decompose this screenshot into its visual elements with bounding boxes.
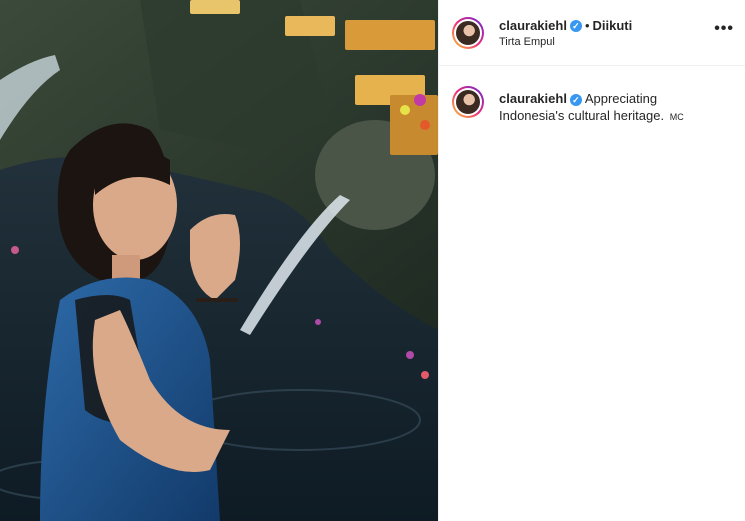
caption-verified-badge-icon: ✓ — [569, 93, 582, 106]
verified-badge-icon: ✓ — [569, 19, 582, 32]
caption-suffix: MC — [669, 112, 684, 122]
author-username[interactable]: claurakiehl — [499, 18, 567, 33]
author-avatar[interactable] — [452, 17, 484, 49]
author-line: claurakiehl ✓ • Diikuti — [499, 17, 632, 35]
more-options-icon[interactable]: ••• — [714, 20, 734, 38]
separator-dot: • — [584, 18, 590, 33]
post-header: claurakiehl ✓ • Diikuti Tirta Empul ••• — [439, 0, 745, 66]
caption-username[interactable]: claurakiehl — [499, 91, 567, 106]
post-photo[interactable] — [0, 0, 438, 521]
caption-avatar[interactable] — [452, 86, 484, 118]
post-photo-illustration — [0, 0, 438, 521]
follow-status-button[interactable]: Diikuti — [593, 18, 633, 33]
post-location[interactable]: Tirta Empul — [499, 36, 555, 48]
post-caption: claurakiehl ✓ Appreciating Indonesia's cu… — [499, 90, 719, 126]
post-side-panel: claurakiehl ✓ • Diikuti Tirta Empul ••• cla… — [438, 0, 745, 521]
